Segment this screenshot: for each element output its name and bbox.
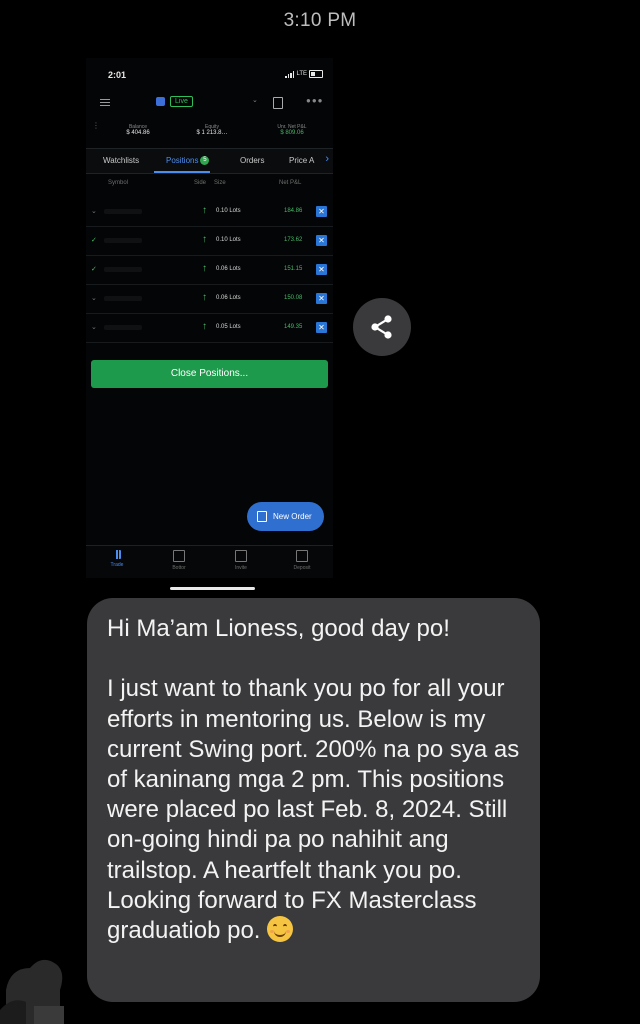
app-top-bar: Live ⌄ ●●● [86,94,333,116]
col-side: Side [194,180,207,186]
close-icon[interactable]: ✕ [316,235,327,246]
phone-status-time: 2:01 [108,70,127,80]
drag-handle-icon: ⋮ [92,121,100,130]
tab-watchlists[interactable]: Watchlists [103,156,139,165]
arrow-up-icon: ↑ [202,321,207,332]
shared-screenshot[interactable]: 2:01 LTE Live ⌄ ●●● ⋮ Balance $ 404.86 E… [86,58,333,578]
battery-icon [309,70,323,78]
symbol-redacted [104,267,142,272]
status-bar-time: 3:10 PM [283,10,357,31]
table-row[interactable]: ⌄ ↑ 0.06 Lots 150.08 ✕ [86,285,333,314]
signal-icon [285,70,295,78]
positions-count-badge: 5 [200,156,210,166]
symbol-redacted [104,296,142,301]
metric-unrealized-pl: Unr. Net P&L $ 809.06 [262,124,322,136]
position-size: 0.05 Lots [216,324,241,330]
smiling-face-emoji-icon [267,916,294,943]
menu-icon[interactable] [100,97,110,108]
arrow-up-icon: ↑ [202,205,207,216]
document-icon[interactable] [273,97,283,109]
close-icon[interactable]: ✕ [316,293,327,304]
table-row[interactable]: ⌄ ↑ 0.10 Lots 184.86 ✕ [86,198,333,227]
table-row[interactable]: ⌄ ↑ 0.05 Lots 149.35 ✕ [86,314,333,343]
chevron-down-icon[interactable]: ⌄ [91,294,97,302]
share-button[interactable] [353,298,411,356]
tab-bar: Watchlists Positions 5 Orders Price A › [86,148,333,174]
metric-equity: Equity $ 1 213.8… [182,124,242,136]
people-icon [235,550,247,562]
clipboard-icon [257,511,267,523]
account-mode-badge[interactable]: Live [170,96,193,107]
symbol-redacted [104,238,142,243]
symbol-redacted [104,209,142,214]
table-row[interactable]: ✓ ↑ 0.06 Lots 151.15 ✕ [86,256,333,285]
col-size: Size [214,180,226,186]
position-pl: 184.86 [284,208,303,214]
close-positions-button[interactable]: Close Positions... [91,360,328,388]
contact-avatar-icon [0,950,68,1024]
nav-deposit[interactable]: Deposit [277,550,327,571]
tab-label: Positions [166,156,199,165]
message-bubble[interactable]: Hi Ma’am Lioness, good day po! I just wa… [87,598,540,1002]
nav-trade[interactable]: Trade [92,550,142,568]
tab-positions[interactable]: Positions 5 [166,156,210,166]
nav-label: Trade [110,562,124,568]
arrow-up-icon: ↑ [202,292,207,303]
broker-logo-icon [156,97,165,106]
position-pl: 173.62 [284,237,303,243]
arrow-up-icon: ↑ [202,234,207,245]
grid-icon [173,550,185,562]
metric-value: $ 1 213.8… [196,130,228,136]
tab-price-alerts[interactable]: Price A [289,156,314,165]
deposit-icon [296,550,308,562]
message-text: Hi Ma’am Lioness, good day po! I just wa… [107,614,532,946]
nav-bottor[interactable]: Bottor [154,550,204,571]
check-icon[interactable]: ✓ [91,265,97,273]
position-pl: 150.08 [284,295,303,301]
close-icon[interactable]: ✕ [316,206,327,217]
home-indicator[interactable] [170,587,255,590]
account-metrics: ⋮ Balance $ 404.86 Equity $ 1 213.8… Unr… [86,121,333,144]
new-order-label: New Order [273,512,312,521]
arrow-up-icon: ↑ [202,263,207,274]
table-row[interactable]: ✓ ↑ 0.10 Lots 173.62 ✕ [86,227,333,256]
network-label: LTE [296,71,307,77]
nav-label: Invite [235,565,247,571]
metric-value: $ 809.06 [280,130,304,136]
position-size: 0.10 Lots [216,208,241,214]
check-icon[interactable]: ✓ [91,236,97,244]
chevron-down-icon[interactable]: ⌄ [252,96,258,104]
more-icon[interactable]: ●●● [306,96,324,105]
metric-value: $ 404.86 [126,130,150,136]
bottom-nav: Trade Bottor Invite Deposit [86,545,333,578]
position-pl: 149.35 [284,324,303,330]
position-size: 0.06 Lots [216,266,241,272]
chevron-down-icon[interactable]: ⌄ [91,207,97,215]
chevron-right-icon[interactable]: › [325,153,329,165]
chevron-down-icon[interactable]: ⌄ [91,323,97,331]
message-body: I just want to thank you po for all your… [107,675,526,945]
nav-invite[interactable]: Invite [216,550,266,571]
position-pl: 151.15 [284,266,303,272]
phone-status-icons: LTE [285,70,323,78]
new-order-button[interactable]: New Order [247,502,324,531]
col-net-pl: Net P&L [279,180,302,186]
tab-orders[interactable]: Orders [240,156,264,165]
active-tab-indicator [154,171,210,173]
close-icon[interactable]: ✕ [316,264,327,275]
nav-label: Bottor [172,565,186,571]
col-symbol: Symbol [108,180,129,186]
position-size: 0.06 Lots [216,295,241,301]
symbol-redacted [104,325,142,330]
metric-balance: Balance $ 404.86 [108,124,168,136]
share-icon [371,315,392,339]
position-size: 0.10 Lots [216,237,241,243]
nav-label: Deposit [293,565,311,571]
positions-table-header: Symbol Side Size Net P&L [86,180,333,192]
close-icon[interactable]: ✕ [316,322,327,333]
trade-icon [113,550,121,559]
message-greeting: Hi Ma’am Lioness, good day po! [107,615,450,642]
